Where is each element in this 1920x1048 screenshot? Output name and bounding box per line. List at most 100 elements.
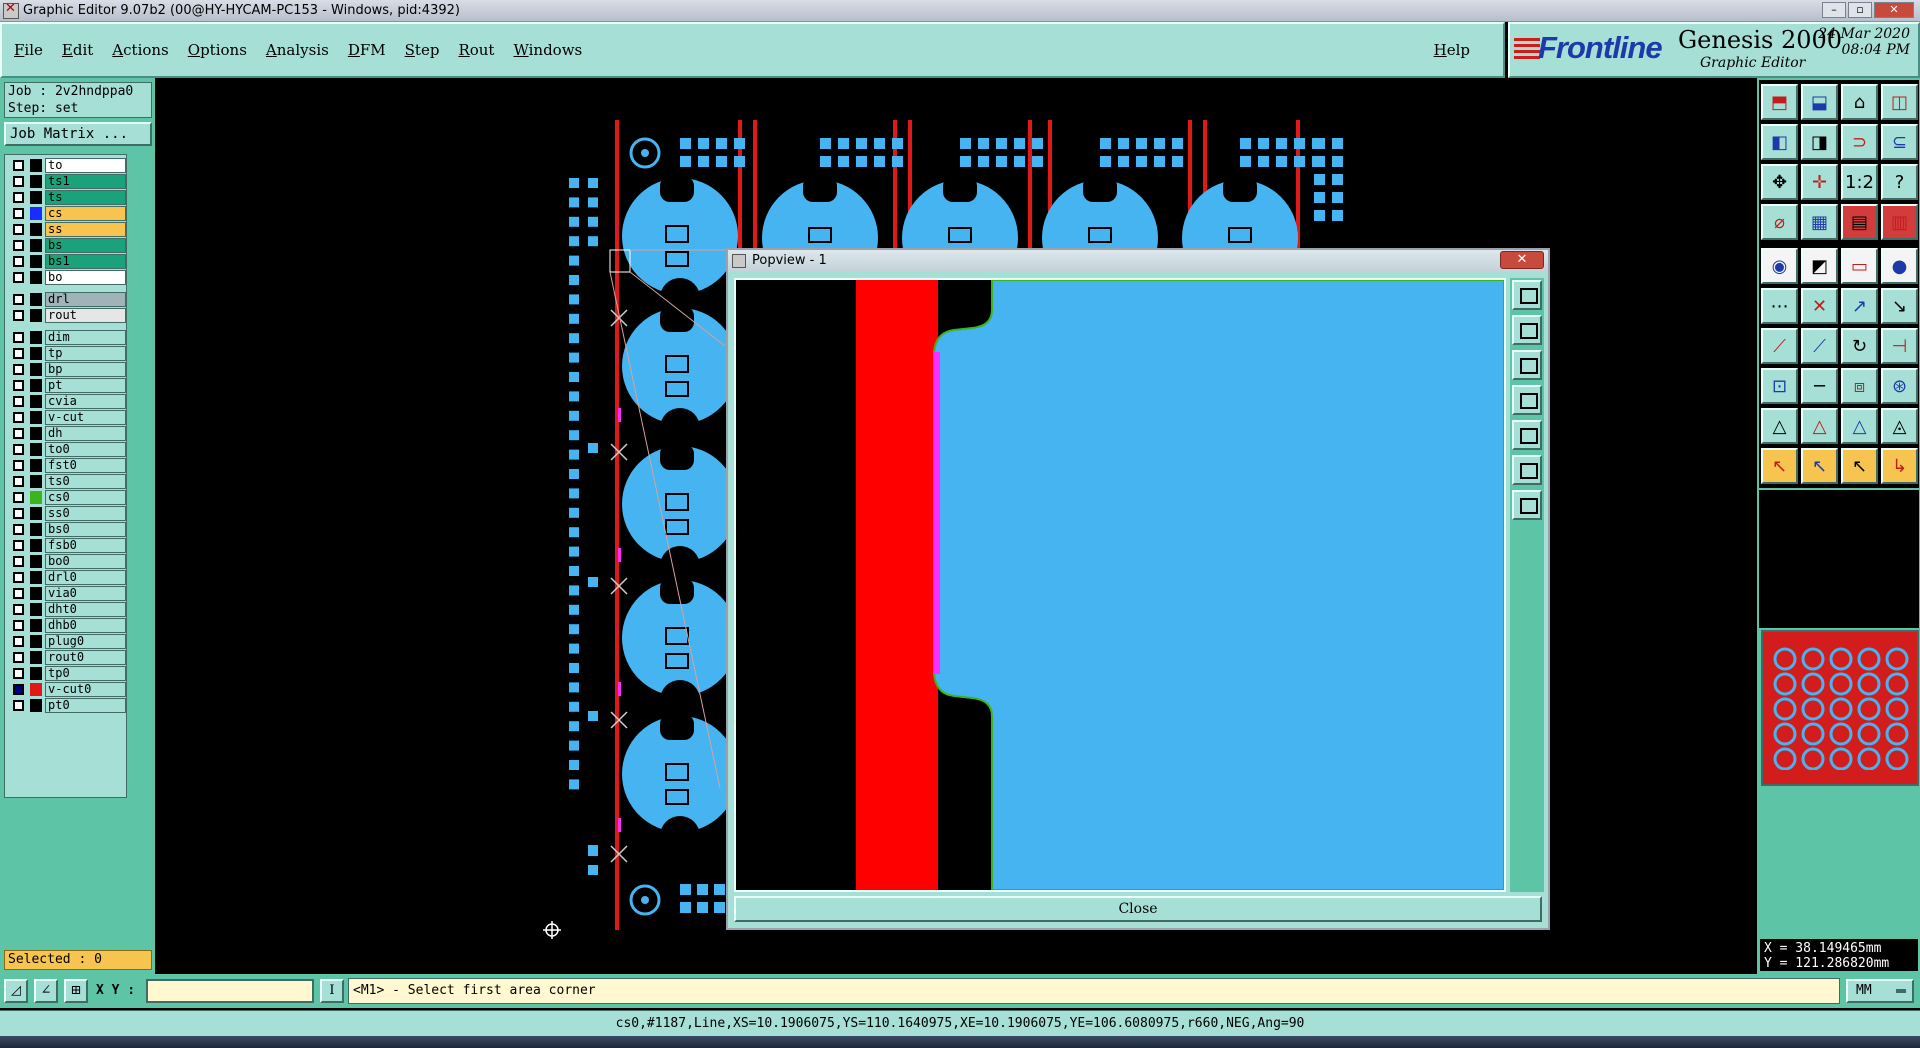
draw-icon[interactable]: ⟋ xyxy=(1801,328,1838,364)
measure-mode-icon[interactable]: ∠ xyxy=(34,979,58,1003)
layer-checkbox[interactable] xyxy=(13,271,24,283)
home-icon[interactable]: ⌂ xyxy=(1841,84,1878,120)
help-icon[interactable]: ? xyxy=(1881,164,1918,200)
layer-name[interactable]: drl xyxy=(45,291,126,307)
layer-checkbox[interactable] xyxy=(13,539,24,551)
layer-checkbox[interactable] xyxy=(13,635,24,647)
layer-checkbox[interactable] xyxy=(13,683,24,695)
layer-checkbox[interactable] xyxy=(13,411,24,423)
layer-checkbox[interactable] xyxy=(13,571,24,583)
layer-row-bo0[interactable]: bo0 xyxy=(7,553,126,569)
menu-step[interactable]: Step xyxy=(405,41,440,59)
layer-row-v-cut[interactable]: v-cut xyxy=(7,409,126,425)
layer-down-icon[interactable]: ▥ xyxy=(1881,204,1918,240)
menu-actions[interactable]: Actions xyxy=(112,41,168,59)
layer-checkbox[interactable] xyxy=(13,255,24,267)
layer-checkbox[interactable] xyxy=(13,223,24,235)
layer-checkbox[interactable] xyxy=(13,491,24,503)
grid-mode-icon[interactable]: ⊞ xyxy=(64,979,88,1003)
layer-checkbox[interactable] xyxy=(13,159,24,171)
menu-edit[interactable]: Edit xyxy=(62,41,93,59)
grid-icon[interactable]: ▦ xyxy=(1801,204,1838,240)
page-up-icon[interactable]: ⬒ xyxy=(1761,84,1798,120)
layer-checkbox[interactable] xyxy=(13,523,24,535)
popview-pan-left-icon[interactable] xyxy=(1512,385,1542,415)
layer-checkbox[interactable] xyxy=(13,443,24,455)
layer-checkbox[interactable] xyxy=(13,555,24,567)
job-matrix-button[interactable]: Job Matrix ... xyxy=(4,122,152,146)
arc-icon[interactable]: ⟋ xyxy=(1761,328,1798,364)
layer-row-fst0[interactable]: fst0 xyxy=(7,457,126,473)
popview-titlebar[interactable]: Popview - 1 ✕ xyxy=(728,250,1548,272)
menu-windows[interactable]: Windows xyxy=(513,41,582,59)
layer-name[interactable]: drl0 xyxy=(45,569,126,585)
select-remove-icon[interactable]: ↖ xyxy=(1841,448,1878,484)
layer-row-ts[interactable]: ts xyxy=(7,189,126,205)
layer-name[interactable]: tp0 xyxy=(45,665,126,681)
units-select[interactable]: MM xyxy=(1846,979,1914,1003)
measure-icon[interactable]: ▭ xyxy=(1841,248,1878,284)
outline-a-icon[interactable]: △ xyxy=(1841,408,1878,444)
layer-name[interactable]: ts1 xyxy=(45,173,126,189)
layer-row-cvia[interactable]: cvia xyxy=(7,393,126,409)
layer-row-bs0[interactable]: bs0 xyxy=(7,521,126,537)
maximize-button[interactable]: ▫ xyxy=(1848,2,1872,18)
layer-row-dhb0[interactable]: dhb0 xyxy=(7,617,126,633)
layer-checkbox[interactable] xyxy=(13,239,24,251)
select-add-icon[interactable]: ↖ xyxy=(1801,448,1838,484)
page-down-icon[interactable]: ⬓ xyxy=(1801,84,1838,120)
layer-checkbox[interactable] xyxy=(13,207,24,219)
layer-checkbox[interactable] xyxy=(13,699,24,711)
pan-left-icon[interactable]: ◧ xyxy=(1761,124,1798,160)
layer-row-bs1[interactable]: bs1 xyxy=(7,253,126,269)
layer-row-fsb0[interactable]: fsb0 xyxy=(7,537,126,553)
layer-name[interactable]: ss xyxy=(45,221,126,237)
fit-screen-icon[interactable]: ✥ xyxy=(1761,164,1798,200)
layer-name[interactable]: bs1 xyxy=(45,253,126,269)
layer-row-ts1[interactable]: ts1 xyxy=(7,173,126,189)
layer-row-to[interactable]: to xyxy=(7,157,126,173)
menu-file[interactable]: File xyxy=(14,41,43,59)
dash-icon[interactable]: ─ xyxy=(1801,368,1838,404)
panel-thumbnail[interactable] xyxy=(1761,630,1919,786)
layer-row-dht0[interactable]: dht0 xyxy=(7,601,126,617)
snap-mode-icon[interactable]: ◿ xyxy=(4,979,28,1003)
layer-row-bp[interactable]: bp xyxy=(7,361,126,377)
popview-zoom-in-icon[interactable] xyxy=(1512,315,1542,345)
layer-name[interactable]: ts xyxy=(45,189,126,205)
menu-dfm[interactable]: DFM xyxy=(348,41,386,59)
layer-checkbox[interactable] xyxy=(13,191,24,203)
layer-checkbox[interactable] xyxy=(13,587,24,599)
layer-row-plug0[interactable]: plug0 xyxy=(7,633,126,649)
attach-icon[interactable]: ⌀ xyxy=(1761,204,1798,240)
layer-name[interactable]: cs xyxy=(45,205,126,221)
layer-name[interactable]: plug0 xyxy=(45,633,126,649)
layer-name[interactable]: to xyxy=(45,157,126,173)
mirror-icon[interactable]: ⊣ xyxy=(1881,328,1918,364)
popview-close-icon[interactable]: ✕ xyxy=(1500,251,1544,269)
group-icon[interactable]: ⊛ xyxy=(1881,368,1918,404)
window-close-button[interactable]: ✕ xyxy=(1874,2,1914,18)
layer-checkbox[interactable] xyxy=(13,363,24,375)
layer-row-ss0[interactable]: ss0 xyxy=(7,505,126,521)
layer-row-cs[interactable]: cs xyxy=(7,205,126,221)
layer-row-drl0[interactable]: drl0 xyxy=(7,569,126,585)
layer-name[interactable]: ss0 xyxy=(45,505,126,521)
text-a-icon[interactable]: △ xyxy=(1801,408,1838,444)
select-icon[interactable]: ↖ xyxy=(1761,448,1798,484)
layer-name[interactable]: pt0 xyxy=(45,697,126,713)
layer-name[interactable]: v-cut0 xyxy=(45,681,126,697)
layer-name[interactable]: rout0 xyxy=(45,649,126,665)
line-icon[interactable]: ◩ xyxy=(1801,248,1838,284)
layer-row-drl[interactable]: drl xyxy=(7,291,126,307)
layer-checkbox[interactable] xyxy=(13,395,24,407)
layer-row-bo[interactable]: bo xyxy=(7,269,126,285)
layer-name[interactable]: dhb0 xyxy=(45,617,126,633)
split-view-icon[interactable]: ◫ xyxy=(1881,84,1918,120)
layer-name[interactable]: rout xyxy=(45,307,126,323)
pad-icon[interactable]: ◉ xyxy=(1761,248,1798,284)
layer-row-to0[interactable]: to0 xyxy=(7,441,126,457)
menu-rout[interactable]: Rout xyxy=(458,41,494,59)
layer-name[interactable]: pt xyxy=(45,377,126,393)
center-icon[interactable]: ✛ xyxy=(1801,164,1838,200)
